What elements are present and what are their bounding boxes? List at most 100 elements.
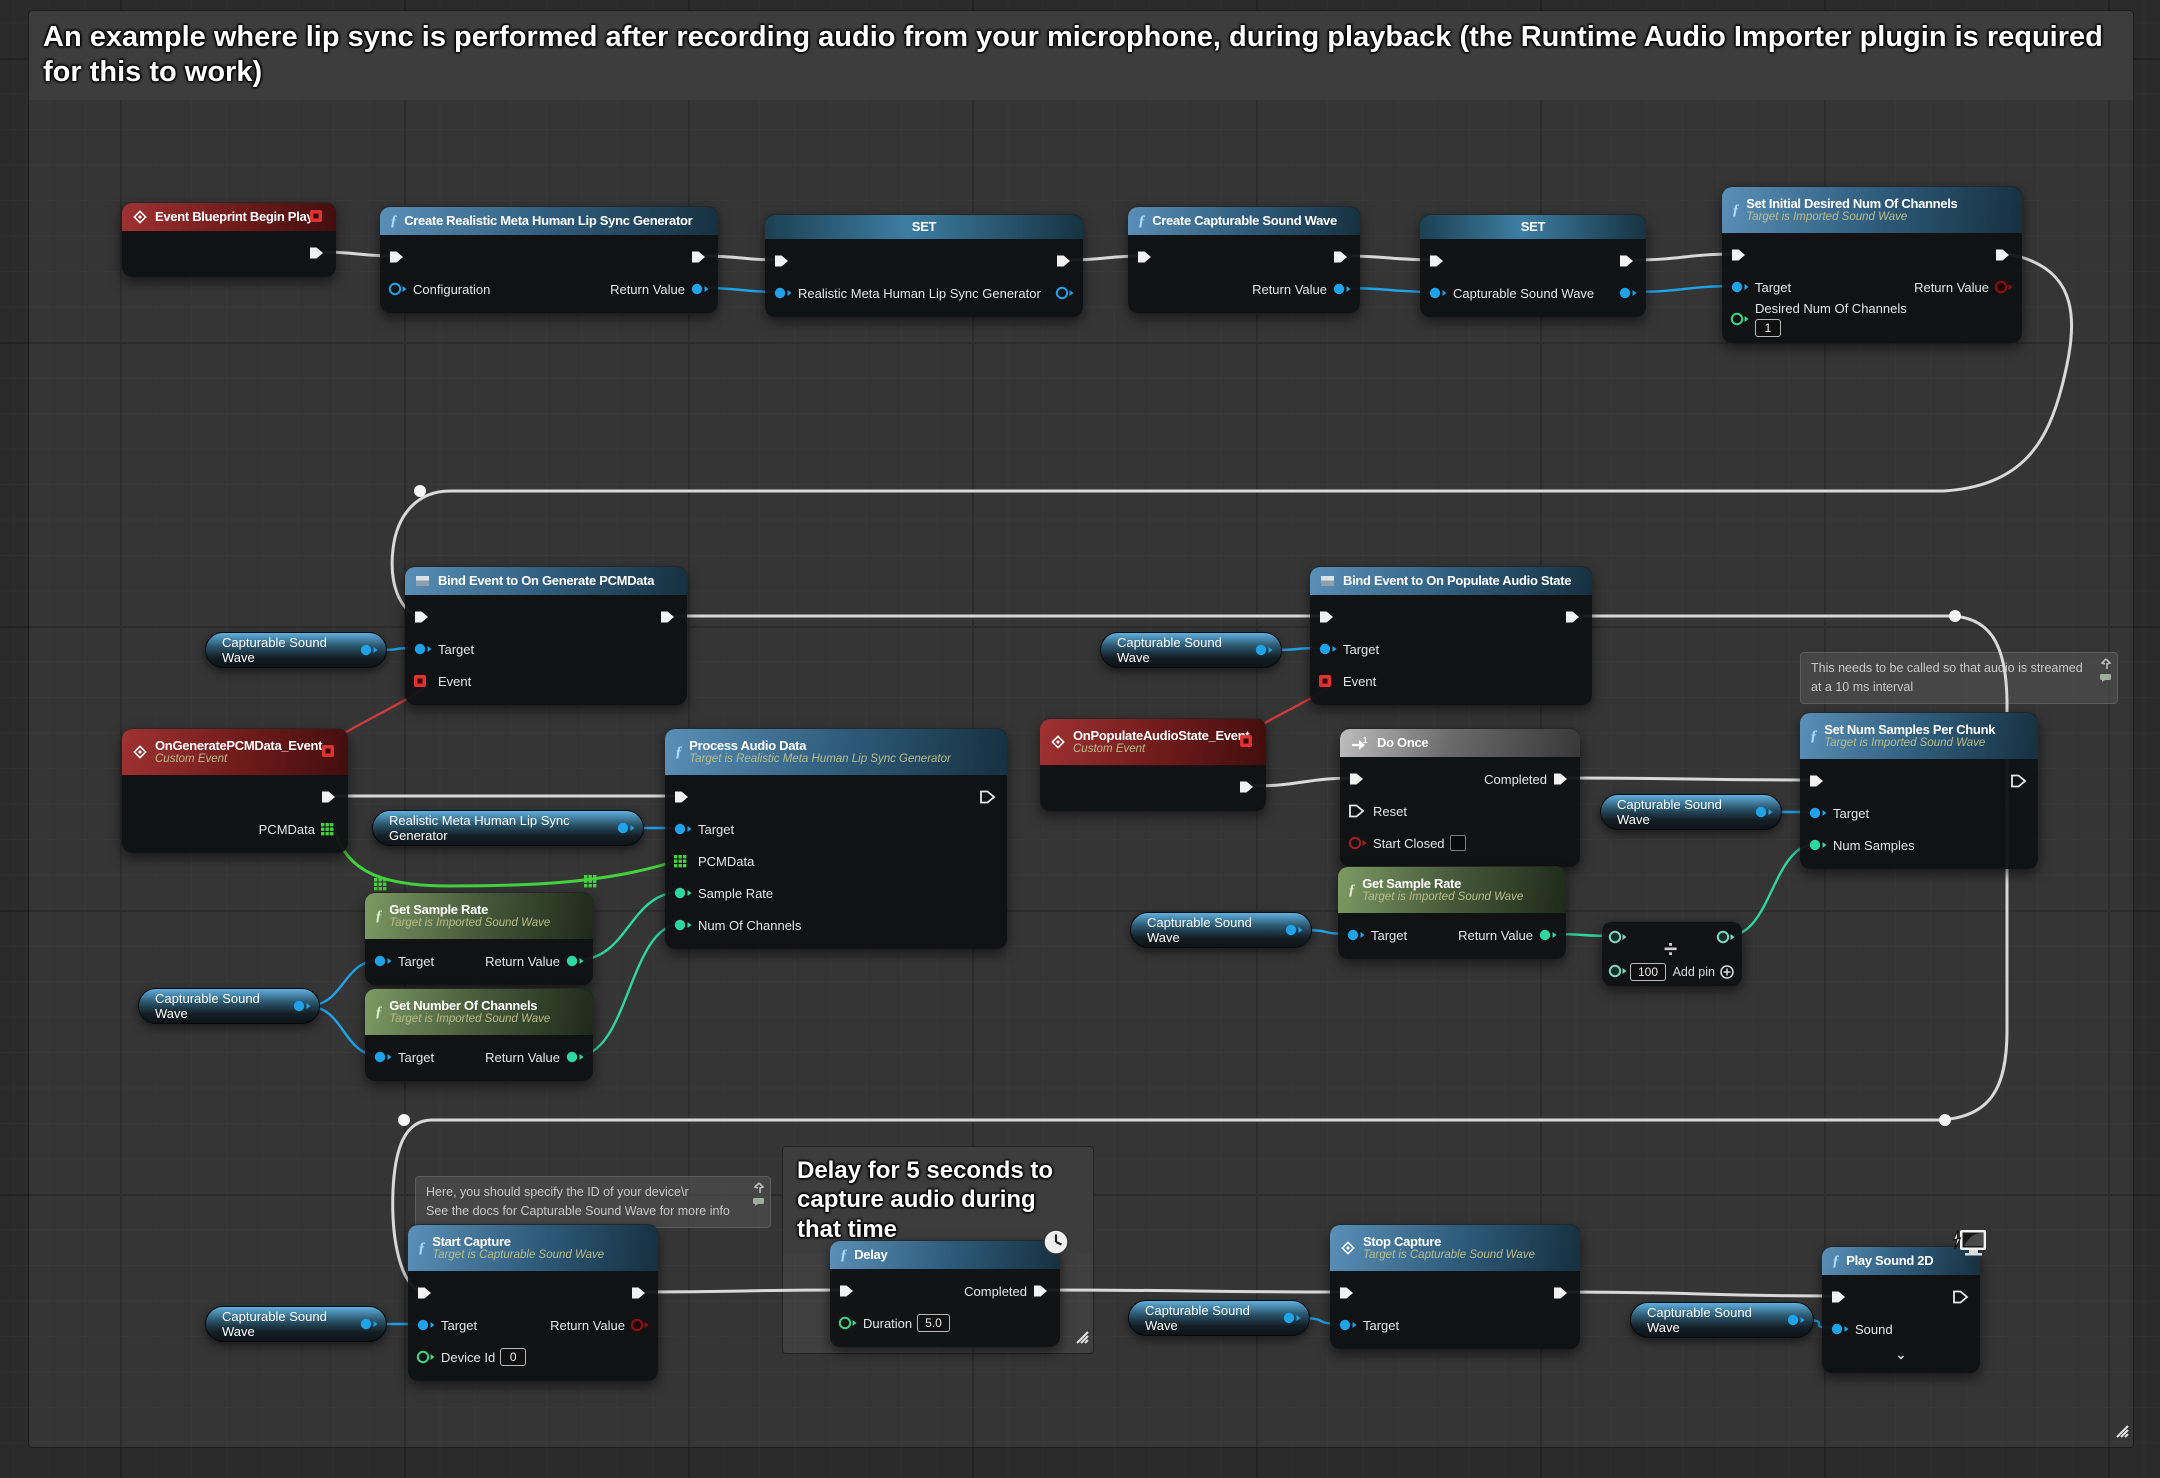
variable-getter-g2[interactable]: Capturable Sound Wave (138, 988, 320, 1024)
pin-exec[interactable] (1332, 249, 1352, 265)
pin-divisor[interactable] (1608, 963, 1628, 984)
node-header[interactable]: ƒProcess Audio DataTarget is Realistic M… (665, 729, 1007, 775)
value-input[interactable]: 0 (500, 1348, 526, 1366)
output-pin[interactable] (1754, 804, 1774, 820)
pin-return-value[interactable]: Return Value (1252, 281, 1352, 297)
variable-getter-gsc[interactable]: Capturable Sound Wave (205, 1306, 387, 1342)
pin-event[interactable]: Event (1318, 673, 1376, 689)
output-pin[interactable] (359, 1316, 379, 1332)
output-pin[interactable] (1282, 1310, 1302, 1326)
pin-desired-num-of-channels[interactable]: Desired Num Of Channels1 (1730, 301, 1907, 337)
pin-exec[interactable] (1830, 1289, 1850, 1305)
pin-exech[interactable] (2010, 773, 2030, 789)
pin-exec[interactable] (1055, 253, 1075, 269)
delegate-pin[interactable] (309, 208, 329, 227)
pin-device-id[interactable]: Device Id0 (416, 1348, 526, 1366)
node-header[interactable]: Event Blueprint Begin Play (122, 203, 336, 231)
node-og[interactable]: OnGeneratePCMData_EventCustom EventPCMDa… (122, 728, 348, 853)
pin-num-samples[interactable]: Num Samples (1808, 837, 1915, 853)
pin-exec[interactable] (673, 789, 693, 805)
delegate-pin[interactable] (1239, 733, 1259, 752)
expand-chevron-icon[interactable]: ⌄ (1830, 1347, 1972, 1363)
node-header[interactable]: ƒCreate Capturable Sound Wave (1128, 207, 1360, 235)
pin-return-value[interactable]: Return Value (610, 281, 710, 297)
add-pin-button[interactable]: Add pin (1673, 965, 1734, 979)
pin-configuration[interactable]: Configuration (388, 281, 490, 297)
node-bpa[interactable]: Bind Event to On Populate Audio State Tar… (1310, 566, 1592, 705)
pin-obj[interactable] (1618, 285, 1638, 301)
pin-exec[interactable] (1318, 609, 1338, 625)
pin-target[interactable]: Target (413, 641, 474, 657)
pin-start-closed[interactable]: Start Closed (1348, 835, 1466, 851)
output-pin[interactable] (1254, 642, 1274, 658)
pin-exec[interactable] (690, 249, 710, 265)
pin-capturable-sound-wave[interactable]: Capturable Sound Wave (1428, 285, 1594, 301)
reroute-node[interactable] (1939, 1114, 1951, 1126)
reroute-node[interactable] (414, 485, 426, 497)
pin-exec[interactable] (1552, 1285, 1572, 1301)
node-header[interactable]: ƒSet Initial Desired Num Of ChannelsTarg… (1722, 187, 2022, 233)
node-header[interactable]: OnPopulateAudioState_EventCustom Event (1040, 719, 1266, 765)
value-input[interactable]: 100 (1630, 963, 1666, 981)
pin-target[interactable]: Target (373, 953, 434, 969)
pin-exec[interactable] (1564, 609, 1584, 625)
pin-exec[interactable] (1994, 247, 2014, 263)
reroute-node[interactable] (398, 1114, 410, 1126)
start-closed-checkbox[interactable] (1450, 835, 1466, 851)
node-header[interactable]: ƒGet Number Of ChannelsTarget is Importe… (365, 989, 593, 1035)
reroute-node[interactable] (1949, 610, 1961, 622)
output-pin[interactable] (359, 642, 379, 658)
node-delay[interactable]: ƒDelayCompletedDuration5.0 (830, 1240, 1060, 1347)
pin-return-value[interactable]: Return Value (485, 953, 585, 969)
pin-return-value[interactable]: Return Value (485, 1049, 585, 1065)
pin-exec[interactable] (1338, 1285, 1358, 1301)
pin-realistic-meta-human-lip-sync-generator[interactable]: Realistic Meta Human Lip Sync Generator (773, 285, 1041, 301)
pin-exec[interactable] (1618, 253, 1638, 269)
pin-target[interactable]: Target (1346, 927, 1407, 943)
variable-getter-g1[interactable]: Capturable Sound Wave (205, 632, 387, 668)
pin-exec[interactable] (1238, 779, 1258, 795)
node-stop[interactable]: Stop CaptureTarget is Capturable Sound W… (1330, 1224, 1580, 1349)
value-input[interactable]: 5.0 (917, 1314, 950, 1332)
pin-exec[interactable] (416, 1285, 436, 1301)
variable-getter-g4[interactable]: Capturable Sound Wave (1600, 794, 1782, 830)
pin-exec[interactable] (630, 1285, 650, 1301)
output-pin[interactable] (1284, 922, 1304, 938)
pin-target[interactable]: Target (1808, 805, 1869, 821)
pin-exec[interactable] (1428, 253, 1448, 269)
pin-return-value[interactable]: Return Value (1458, 927, 1558, 943)
node-gnc[interactable]: ƒGet Number Of ChannelsTarget is Importe… (365, 988, 593, 1081)
pin-target[interactable]: Target (673, 821, 734, 837)
node-si[interactable]: ƒSet Initial Desired Num Of ChannelsTarg… (1722, 186, 2022, 343)
node-header[interactable]: ƒGet Sample RateTarget is Imported Sound… (1338, 867, 1566, 913)
pin-dividend[interactable] (1608, 929, 1628, 950)
pin-target[interactable]: Target (1338, 1317, 1399, 1333)
pin-exech[interactable] (1952, 1289, 1972, 1305)
pin-exec[interactable] (1730, 247, 1750, 263)
node-set1[interactable]: SETRealistic Meta Human Lip Sync Generat… (765, 214, 1083, 317)
pin-exec[interactable] (413, 609, 433, 625)
node-header[interactable]: 1Do Once (1340, 729, 1580, 757)
node-do1[interactable]: 1Do OnceCompletedResetStart Closed (1340, 728, 1580, 867)
pin-return-value[interactable]: Return Value (550, 1317, 650, 1333)
output-pin[interactable] (1786, 1312, 1806, 1328)
pin-exec[interactable] (838, 1283, 858, 1299)
pin-pcmdata[interactable]: PCMData (673, 853, 754, 869)
node-cc[interactable]: ƒCreate Capturable Sound Wave Return Valu… (1128, 206, 1360, 313)
pin-objh[interactable] (1055, 285, 1075, 301)
node-start[interactable]: ƒStart CaptureTarget is Capturable Sound… (408, 1224, 658, 1381)
node-play[interactable]: ƒPlay Sound 2DSound⌄ (1822, 1246, 1980, 1373)
node-header[interactable]: ƒStart CaptureTarget is Capturable Sound… (408, 1225, 658, 1271)
node-header[interactable]: Stop CaptureTarget is Capturable Sound W… (1330, 1225, 1580, 1271)
pin-sound[interactable]: Sound (1830, 1321, 1893, 1337)
pin-exec[interactable] (1136, 249, 1156, 265)
node-header[interactable]: ƒDelay (830, 1241, 1060, 1269)
pin-duration[interactable]: Duration5.0 (838, 1314, 950, 1332)
output-pin[interactable] (292, 998, 312, 1014)
pin-target[interactable]: Target (1318, 641, 1379, 657)
node-cr[interactable]: ƒCreate Realistic Meta Human Lip Sync Ge… (380, 206, 718, 313)
node-beginplay[interactable]: Event Blueprint Begin Play (122, 202, 336, 277)
node-header[interactable]: Bind Event to On Populate Audio State (1310, 567, 1592, 595)
pin-pcmdata[interactable]: PCMData (259, 821, 340, 837)
node-header[interactable]: ƒGet Sample RateTarget is Imported Sound… (365, 893, 593, 939)
